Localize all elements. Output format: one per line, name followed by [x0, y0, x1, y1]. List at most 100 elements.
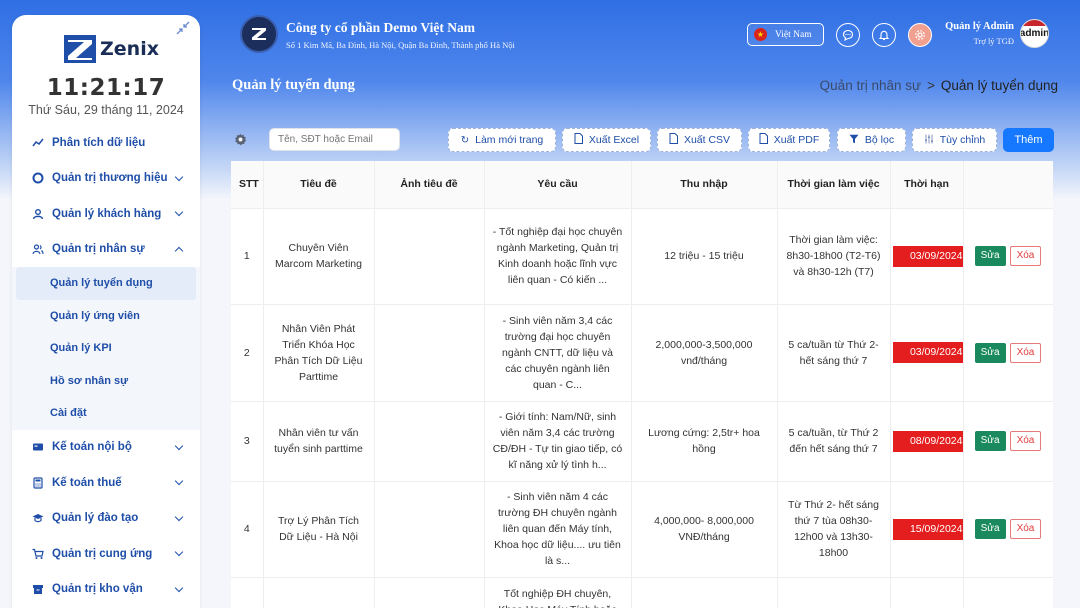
sidebar-item-label: Phân tích dữ liệu: [52, 136, 146, 149]
column-header-title[interactable]: Tiêu đề: [263, 161, 375, 209]
deadline-badge: 03/09/2024: [892, 342, 963, 363]
settings-gear-icon[interactable]: [908, 23, 932, 47]
sidebar: Zenix 11:21:17 Thứ Sáu, 29 tháng 11, 202…: [12, 15, 200, 608]
cell-income: 4,000,000- 8,000,000 VNĐ/tháng: [631, 481, 778, 578]
edit-button[interactable]: Sửa: [974, 342, 1006, 363]
sidebar-item-recruitment[interactable]: Quản lý tuyển dụng: [16, 267, 196, 300]
sidebar-item-brand[interactable]: Quản trị thương hiệu: [12, 161, 200, 197]
edit-button[interactable]: Sửa: [974, 519, 1006, 539]
customize-label: Tùy chỉnh: [939, 134, 986, 146]
add-button[interactable]: Thêm: [1003, 128, 1054, 152]
sidebar-item-hr[interactable]: Quản trị nhân sự: [12, 232, 200, 268]
customize-button[interactable]: Tùy chỉnh: [912, 128, 997, 152]
card-icon: [32, 441, 44, 453]
column-header-work-time[interactable]: Thời gian làm việc: [777, 161, 891, 209]
sidebar-item-tax-accounting[interactable]: Kế toán thuế: [12, 465, 200, 501]
refresh-button[interactable]: ↻ Làm mới trang: [448, 128, 556, 152]
sidebar-item-label: Quản trị nhân sự: [52, 243, 145, 256]
table-row[interactable]: 4 Trợ Lý Phân Tích Dữ Liệu - Hà Nội - Si…: [231, 481, 1053, 578]
chevron-down-icon: [174, 172, 184, 181]
chevron-down-icon: [174, 207, 184, 217]
table-row[interactable]: 3 Nhân viên tư vấn tuyển sinh parttime -…: [231, 401, 1053, 482]
sidebar-item-settings[interactable]: Cài đặt: [12, 397, 200, 430]
delete-button[interactable]: Xóa: [1009, 519, 1042, 539]
logo-text: Zenix: [100, 38, 159, 60]
table-row[interactable]: 2 Nhân Viên Phát Triển Khóa Học Phân Tíc…: [231, 304, 1053, 402]
cell-image: [374, 208, 485, 305]
cell-work-time: Thời gian làm việc: 8h30-18h00 (T2-T6) v…: [777, 208, 891, 305]
cell-title: Nhân viên tư vấn tuyển sinh parttime: [263, 401, 375, 482]
column-header-income[interactable]: Thu nhập: [631, 161, 778, 209]
cell-deadline: 15/09/2024: [890, 481, 964, 578]
delete-button[interactable]: Xóa: [1009, 342, 1042, 363]
export-pdf-button[interactable]: Xuất PDF: [748, 128, 830, 152]
cell-requirement: - Tốt nghiệp đại học chuyên ngành Market…: [484, 208, 632, 305]
bell-icon[interactable]: [872, 23, 896, 47]
sidebar-item-kpi[interactable]: Quản lý KPI: [12, 332, 200, 365]
current-date: Thứ Sáu, 29 tháng 11, 2024: [28, 103, 184, 117]
cell-work-time: Từ Thứ 2- hết sáng thứ 7 tùa 08h30-12h00…: [777, 481, 891, 578]
cell-title: Chuyên Viên Marcom Marketing: [263, 208, 375, 305]
app-logo[interactable]: Zenix: [64, 35, 159, 63]
hr-submenu: Quản lý tuyển dụng Quản lý ứng viên Quản…: [12, 267, 200, 430]
chart-line-icon: [32, 137, 44, 149]
graduation-icon: [32, 512, 44, 524]
user-name: Quản lý Admin: [945, 21, 1014, 32]
sidebar-item-supply[interactable]: Quản trị cung ứng: [12, 536, 200, 572]
chevron-up-icon: [174, 246, 184, 255]
refresh-icon: ↻: [460, 134, 470, 146]
breadcrumb-current: Quản lý tuyển dụng: [940, 78, 1058, 93]
column-header-image[interactable]: Ảnh tiêu đề: [374, 161, 485, 209]
column-header-stt[interactable]: STT: [231, 161, 264, 209]
delete-button[interactable]: Xóa: [1009, 246, 1042, 266]
cell-actions: Sửa Xóa: [963, 401, 1053, 482]
sidebar-item-warehouse[interactable]: Quản trị kho vận: [12, 572, 200, 608]
company-address: Số 1 Kim Mã, Ba Đình, Hà Nội, Quận Ba Đì…: [286, 40, 515, 50]
sidebar-item-internal-accounting[interactable]: Kế toán nội bộ: [12, 430, 200, 466]
search-input[interactable]: [269, 128, 400, 151]
settings-icon[interactable]: [234, 133, 248, 147]
avatar[interactable]: admin: [1020, 19, 1049, 48]
language-selector[interactable]: ★ Việt Nam: [747, 23, 824, 46]
breadcrumb-parent[interactable]: Quản trị nhân sự: [820, 78, 921, 93]
page-title: Quản lý tuyển dụng: [232, 77, 355, 93]
deadline-badge: 03/09/2024: [892, 245, 963, 267]
sidebar-item-data-analysis[interactable]: Phân tích dữ liệu: [12, 125, 200, 161]
sidebar-item-label: Quản trị kho vận: [52, 583, 143, 596]
zenix-logo-icon: [64, 35, 96, 63]
cell-actions: Sửa Xóa: [963, 481, 1053, 578]
sidebar-item-label: Kế toán nội bộ: [52, 441, 132, 454]
column-header-deadline[interactable]: Thời hạn: [890, 161, 964, 209]
cell-work-time: 5 ca/tuần, từ Thứ 2 đến hết sáng thứ 7: [777, 401, 891, 482]
sidebar-item-label: Quản lý khách hàng: [52, 207, 162, 220]
edit-button[interactable]: Sửa: [974, 246, 1006, 266]
cell-requirement: - Giới tính: Nam/Nữ, sinh viên năm 3,4 c…: [484, 401, 632, 482]
sidebar-item-candidates[interactable]: Quản lý ứng viên: [12, 300, 200, 333]
file-icon: [669, 133, 678, 147]
cart-icon: [32, 548, 44, 560]
table-row[interactable]: 1 Chuyên Viên Marcom Marketing - Tốt ngh…: [231, 208, 1053, 305]
cell-title: Trợ Lý Phân Tích Dữ Liệu - Hà Nội: [263, 481, 375, 578]
sidebar-item-label: Quản trị thương hiệu: [52, 172, 168, 185]
sidebar-item-label: Kế toán thuế: [52, 476, 122, 489]
export-pdf-label: Xuất PDF: [773, 134, 820, 146]
table-row[interactable]: Tốt nghiệp ĐH chuyên, Khoa Học Máy Tính …: [231, 577, 1053, 608]
sidebar-item-hr-profiles[interactable]: Hồ sơ nhân sự: [12, 365, 200, 398]
column-header-requirement[interactable]: Yêu cầu: [484, 161, 632, 209]
deadline-badge: 08/09/2024: [892, 430, 963, 452]
warehouse-icon: [32, 583, 44, 595]
edit-button[interactable]: Sửa: [974, 431, 1006, 451]
filter-button[interactable]: Bộ lọc: [837, 128, 906, 152]
delete-button[interactable]: Xóa: [1009, 431, 1042, 451]
sidebar-item-customers[interactable]: Quản lý khách hàng: [12, 196, 200, 232]
cell-title: Nhân Viên Phát Triển Khóa Học Phân Tích …: [263, 304, 375, 402]
collapse-sidebar-icon[interactable]: [176, 21, 192, 37]
chat-icon[interactable]: [836, 23, 860, 47]
export-csv-button[interactable]: Xuất CSV: [657, 128, 742, 152]
column-header-actions: [963, 161, 1053, 209]
cell-stt: [231, 577, 264, 608]
export-excel-button[interactable]: Xuất Excel: [562, 128, 651, 152]
sidebar-nav: Phân tích dữ liệu Quản trị thương hiệu Q…: [12, 125, 200, 607]
cell-requirement: Tốt nghiệp ĐH chuyên, Khoa Học Máy Tính …: [484, 577, 632, 608]
sidebar-item-training[interactable]: Quản lý đào tạo: [12, 501, 200, 537]
